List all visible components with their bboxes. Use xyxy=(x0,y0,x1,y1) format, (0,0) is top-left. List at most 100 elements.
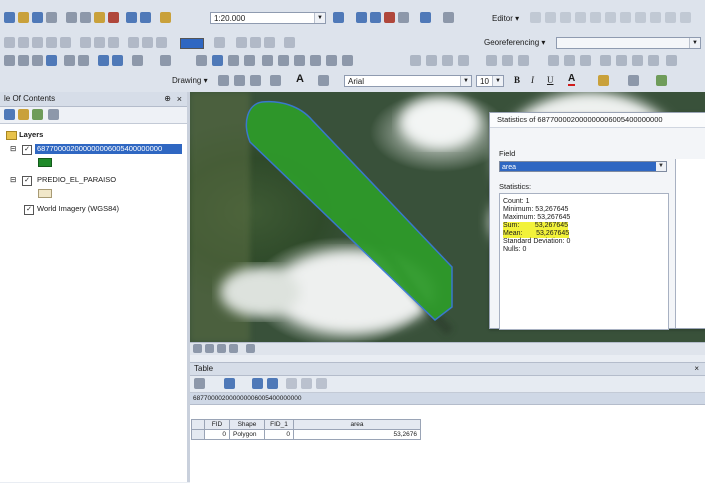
layer-symbol-swatch[interactable] xyxy=(38,189,52,198)
chevron-down-icon[interactable]: ▼ xyxy=(460,76,471,86)
toc-layer-item[interactable]: PREDIO_EL_PARAISO xyxy=(37,175,116,185)
line-tool-icon[interactable] xyxy=(318,75,329,86)
cell-area[interactable]: 53,2676 xyxy=(293,429,421,440)
table-options-icon[interactable] xyxy=(194,378,205,389)
zoom-whole-page-icon[interactable] xyxy=(250,75,261,86)
select-by-attributes-icon[interactable] xyxy=(252,378,263,389)
list-by-selection-icon[interactable] xyxy=(48,109,59,120)
find-icon[interactable] xyxy=(278,55,289,66)
copy-icon[interactable] xyxy=(80,12,91,23)
select-features-icon[interactable] xyxy=(132,55,143,66)
zoom-in-icon[interactable] xyxy=(4,55,15,66)
tool-d-icon[interactable] xyxy=(46,37,57,48)
delete-icon[interactable] xyxy=(108,12,119,23)
close-icon[interactable]: × xyxy=(177,92,182,106)
fill-color-icon[interactable] xyxy=(598,75,609,86)
fixed-zoom-in-icon[interactable] xyxy=(64,55,75,66)
tool-k-icon[interactable] xyxy=(156,37,167,48)
editor-menu[interactable]: Editor ▾ xyxy=(492,13,519,25)
tool-n-icon[interactable] xyxy=(250,37,261,48)
zoom-to-selected-icon[interactable] xyxy=(301,378,312,389)
switch-selection-icon[interactable] xyxy=(267,378,278,389)
column-header-shape[interactable]: Shape xyxy=(229,419,265,430)
pin-icon[interactable]: ⊕ xyxy=(164,92,171,106)
cell-fid[interactable]: 0 xyxy=(204,429,230,440)
refresh-icon[interactable] xyxy=(217,344,226,353)
chevron-down-icon[interactable]: ▼ xyxy=(314,13,325,23)
chevron-down-icon[interactable]: ▼ xyxy=(689,38,700,48)
data-view-icon[interactable] xyxy=(193,344,202,353)
rotate-element-icon[interactable] xyxy=(234,75,245,86)
chevron-down-icon[interactable]: ▼ xyxy=(656,162,666,171)
zoom-out-icon[interactable] xyxy=(18,55,29,66)
cell-fid1[interactable]: 0 xyxy=(264,429,294,440)
paste-icon[interactable] xyxy=(94,12,105,23)
column-header-area[interactable]: area xyxy=(293,419,421,430)
georef-tool-l-icon[interactable] xyxy=(616,55,627,66)
editor-toolbar-icon[interactable] xyxy=(333,12,344,23)
python-window-icon[interactable] xyxy=(420,12,431,23)
georef-tool-n-icon[interactable] xyxy=(648,55,659,66)
tool-l-icon[interactable] xyxy=(214,37,225,48)
georef-tool-g-icon[interactable] xyxy=(518,55,529,66)
expand-toggle-icon[interactable]: ⊟ xyxy=(10,175,16,185)
clear-selection-icon[interactable] xyxy=(160,55,171,66)
georef-tool-f-icon[interactable] xyxy=(502,55,513,66)
georef-tool-a-icon[interactable] xyxy=(410,55,421,66)
bold-button[interactable]: B xyxy=(514,75,520,85)
catalog-window-icon[interactable] xyxy=(370,12,381,23)
georef-tool-e-icon[interactable] xyxy=(486,55,497,66)
tool-m-icon[interactable] xyxy=(236,37,247,48)
tool-j-icon[interactable] xyxy=(142,37,153,48)
open-icon[interactable] xyxy=(18,12,29,23)
text-tool-icon[interactable]: A xyxy=(296,73,304,85)
layers-group[interactable]: Layers xyxy=(6,130,43,140)
underline-button[interactable]: U xyxy=(547,75,554,85)
georef-tool-b-icon[interactable] xyxy=(426,55,437,66)
undo-icon[interactable] xyxy=(126,12,137,23)
add-data-icon[interactable] xyxy=(160,12,171,23)
font-color-button[interactable]: A xyxy=(568,73,576,86)
rectangle-icon[interactable] xyxy=(270,75,281,86)
find-route-icon[interactable] xyxy=(294,55,305,66)
hyperlink-icon[interactable] xyxy=(228,55,239,66)
layout-view-icon[interactable] xyxy=(205,344,214,353)
georef-tool-i-icon[interactable] xyxy=(564,55,575,66)
column-header-fid[interactable]: FID xyxy=(204,419,230,430)
pan-icon[interactable] xyxy=(32,55,43,66)
select-elements-icon[interactable] xyxy=(196,55,207,66)
map-scrollbar-icon[interactable] xyxy=(246,344,255,353)
related-tables-icon[interactable] xyxy=(224,378,235,389)
redo-icon[interactable] xyxy=(140,12,151,23)
print-icon[interactable] xyxy=(46,12,57,23)
column-header-fid1[interactable]: FID_1 xyxy=(264,419,294,430)
scale-combo[interactable]: 1:20.000 ▼ xyxy=(210,12,326,24)
model-builder-icon[interactable] xyxy=(443,12,454,23)
full-extent-icon[interactable] xyxy=(46,55,57,66)
chevron-down-icon[interactable]: ▼ xyxy=(492,76,503,86)
identify-icon[interactable] xyxy=(212,55,223,66)
create-viewer-icon[interactable] xyxy=(342,55,353,66)
row-selector[interactable] xyxy=(191,429,205,440)
new-map-icon[interactable] xyxy=(4,12,15,23)
expand-toggle-icon[interactable]: ⊟ xyxy=(10,144,16,154)
tool-o-icon[interactable] xyxy=(264,37,275,48)
arctoolbox-icon[interactable] xyxy=(398,12,409,23)
drawing-menu[interactable]: Drawing ▾ xyxy=(172,75,208,87)
layer-checkbox[interactable]: ✓ xyxy=(22,176,32,186)
georeferencing-menu[interactable]: Georeferencing ▾ xyxy=(484,37,545,49)
tool-i-icon[interactable] xyxy=(128,37,139,48)
tool-g-icon[interactable] xyxy=(94,37,105,48)
tool-b-icon[interactable] xyxy=(18,37,29,48)
field-select[interactable]: area ▼ xyxy=(499,161,667,172)
cell-shape[interactable]: Polygon xyxy=(229,429,265,440)
measure-icon[interactable] xyxy=(262,55,273,66)
time-slider-icon[interactable] xyxy=(326,55,337,66)
back-extent-icon[interactable] xyxy=(98,55,109,66)
toc-layer-item[interactable]: World Imagery (WGS84) xyxy=(37,204,119,214)
layer-checkbox[interactable]: ✓ xyxy=(22,145,32,155)
tool-a-icon[interactable] xyxy=(4,37,15,48)
list-by-visibility-icon[interactable] xyxy=(32,109,43,120)
georef-tool-o-icon[interactable] xyxy=(666,55,677,66)
html-popup-icon[interactable] xyxy=(244,55,255,66)
